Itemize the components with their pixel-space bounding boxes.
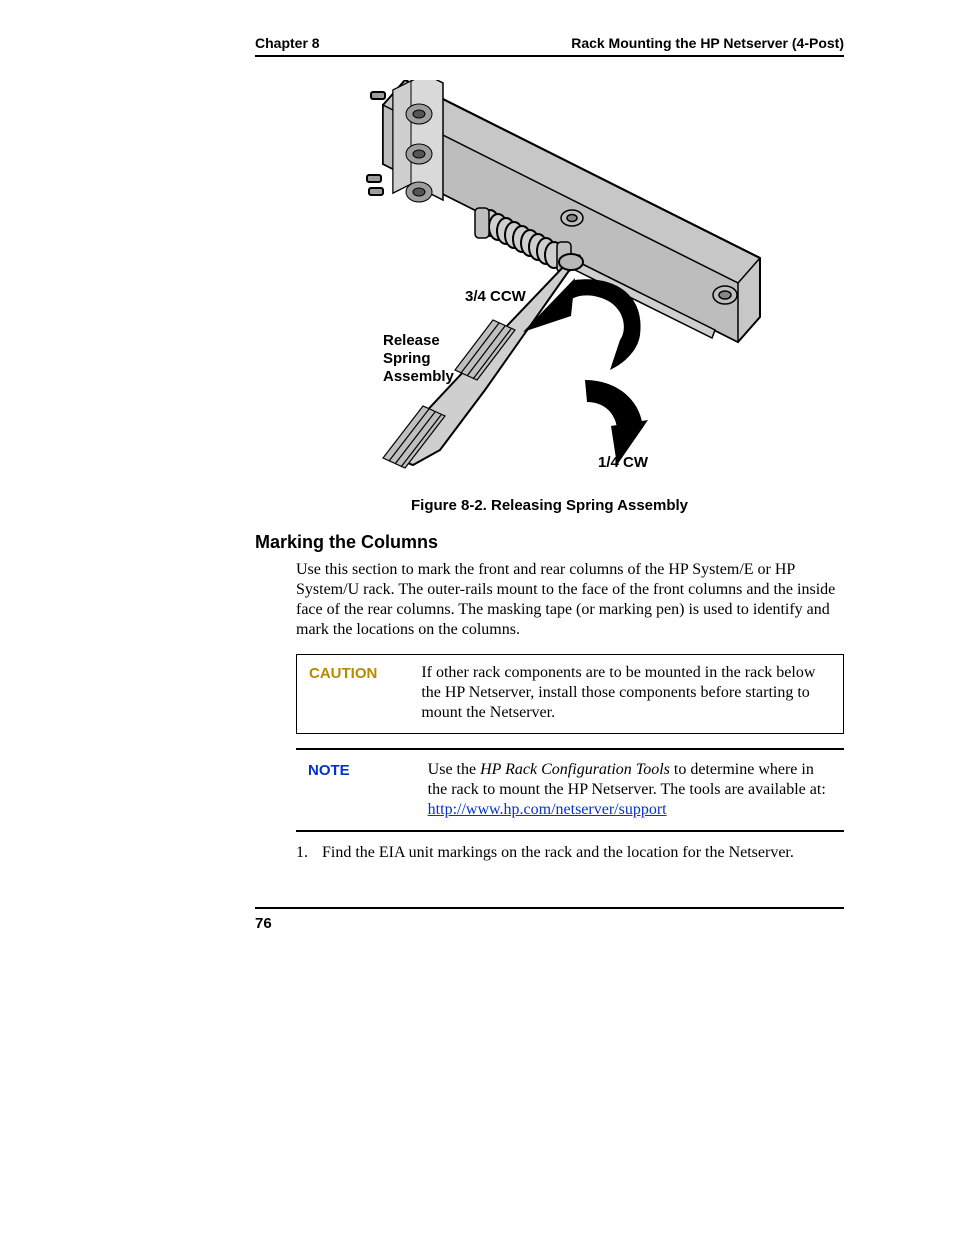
page-header: Chapter 8 Rack Mounting the HP Netserver… — [255, 35, 844, 51]
page-number: 76 — [255, 915, 272, 932]
note-label: NOTE — [308, 760, 350, 820]
section-heading: Marking the Columns — [255, 532, 438, 553]
figure-label-release: Release Spring Assembly — [383, 332, 454, 386]
header-right: Rack Mounting the HP Netserver (4-Post) — [571, 35, 844, 51]
knurled-nuts-icon — [406, 104, 432, 202]
caution-label: CAUTION — [309, 663, 377, 723]
note-pre: Use the — [428, 761, 480, 778]
figure-label-release-l3: Assembly — [383, 368, 454, 385]
section-paragraph: Use this section to mark the front and r… — [296, 560, 844, 640]
note-italic: HP Rack Configuration Tools — [480, 761, 670, 778]
list-item-1-number: 1. — [296, 843, 318, 863]
note-block: NOTE Use the HP Rack Configuration Tools… — [296, 748, 844, 832]
figure-caption: Figure 8-2. Releasing Spring Assembly — [255, 497, 844, 514]
header-left: Chapter 8 — [255, 35, 320, 51]
note-link[interactable]: http://www.hp.com/netserver/support — [428, 801, 667, 818]
list-item-1-text: Find the EIA unit markings on the rack a… — [322, 844, 794, 861]
cw-arrow-icon — [585, 380, 648, 465]
figure-label-release-l1: Release — [383, 332, 440, 349]
note-text: Use the HP Rack Configuration Tools to d… — [428, 760, 832, 820]
page: Chapter 8 Rack Mounting the HP Netserver… — [0, 0, 954, 1235]
caution-text: If other rack components are to be mount… — [421, 663, 831, 723]
footer-rule — [255, 907, 844, 909]
caution-box: CAUTION If other rack components are to … — [296, 654, 844, 734]
figure-label-release-l2: Spring — [383, 350, 431, 367]
figure-svg — [365, 80, 765, 475]
header-rule — [255, 55, 844, 57]
list-item-1: 1. Find the EIA unit markings on the rac… — [296, 843, 844, 863]
figure-label-cw: 1/4 CW — [598, 454, 648, 471]
figure-label-ccw: 3/4 CCW — [465, 288, 526, 305]
figure-8-2 — [365, 80, 765, 475]
